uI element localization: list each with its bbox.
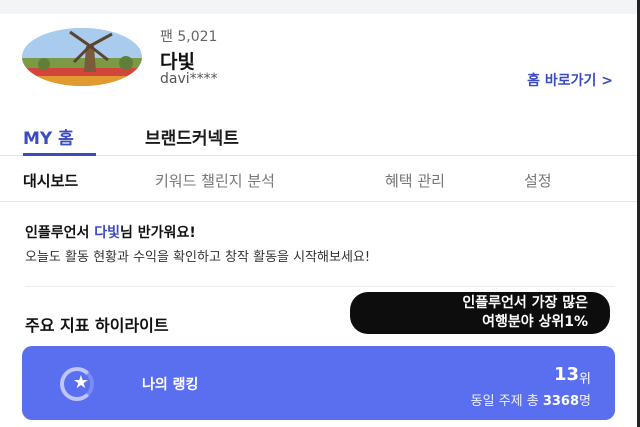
top-status-strip [0, 0, 640, 14]
greeting-suffix: 님 반가워요! [120, 225, 196, 241]
section-divider [25, 286, 615, 287]
bubble-line-2: 여행분야 상위1% [482, 314, 588, 330]
greeting-name: 다빛 [94, 225, 121, 241]
ranking-card[interactable]: ★ 나의 랭킹 13 위 동일 주제 총 3368명 [22, 346, 615, 420]
profile-name: 다빛 [160, 51, 195, 73]
star-icon: ★ [72, 372, 90, 393]
tab-brand-connect[interactable]: 브랜드커넥트 [145, 124, 239, 149]
subtab-benefits[interactable]: 혜택 관리 [385, 170, 445, 191]
subtab-dashboard[interactable]: 대시보드 [23, 170, 78, 191]
fan-count: 팬 5,021 [160, 29, 218, 45]
greeting-subtitle: 오늘도 활동 현황과 수익을 확인하고 창작 활동을 시작해보세요! [25, 250, 371, 265]
subtab-keyword-challenge[interactable]: 키워드 챌린지 분석 [155, 170, 275, 191]
greeting-prefix: 인플루언서 [25, 225, 95, 241]
ranking-total-count: 3368 [542, 394, 580, 409]
ranking-label: 나의 랭킹 [142, 377, 199, 393]
ranking-unit: 위 [579, 372, 591, 387]
ranking-total-suffix: 명 [579, 394, 591, 409]
highlights-title: 주요 지표 하이라이트 [25, 316, 169, 335]
ranking-total: 동일 주제 총 3368명 [471, 390, 591, 409]
highlight-bubble: 인플루언서 가장 많은 여행분야 상위1% [350, 292, 610, 334]
main-tab-bar: MY 홈 브랜드커넥트 [0, 114, 640, 156]
home-shortcut-link[interactable]: 홈 바로가기 > [527, 70, 613, 90]
windmill-photo [22, 28, 142, 86]
subtab-settings[interactable]: 설정 [524, 170, 552, 191]
ranking-value: 13 [553, 364, 579, 385]
greeting-title: 인플루언서 다빛님 반가워요! [25, 222, 196, 242]
avatar[interactable] [22, 28, 142, 86]
dashboard-content: 인플루언서 다빛님 반가워요! 오늘도 활동 현황과 수익을 확인하고 창작 활… [0, 202, 640, 427]
tab-my-home[interactable]: MY 홈 [23, 124, 74, 149]
profile-handle: davi**** [160, 71, 218, 87]
ranking-total-prefix: 동일 주제 총 [470, 394, 543, 409]
bubble-line-1: 인플루언서 가장 많은 [462, 295, 588, 311]
sub-tab-bar: 대시보드 키워드 챌린지 분석 혜택 관리 설정 [0, 156, 640, 202]
profile-header: 팬 5,021 다빛 davi**** 홈 바로가기 > [0, 14, 640, 114]
